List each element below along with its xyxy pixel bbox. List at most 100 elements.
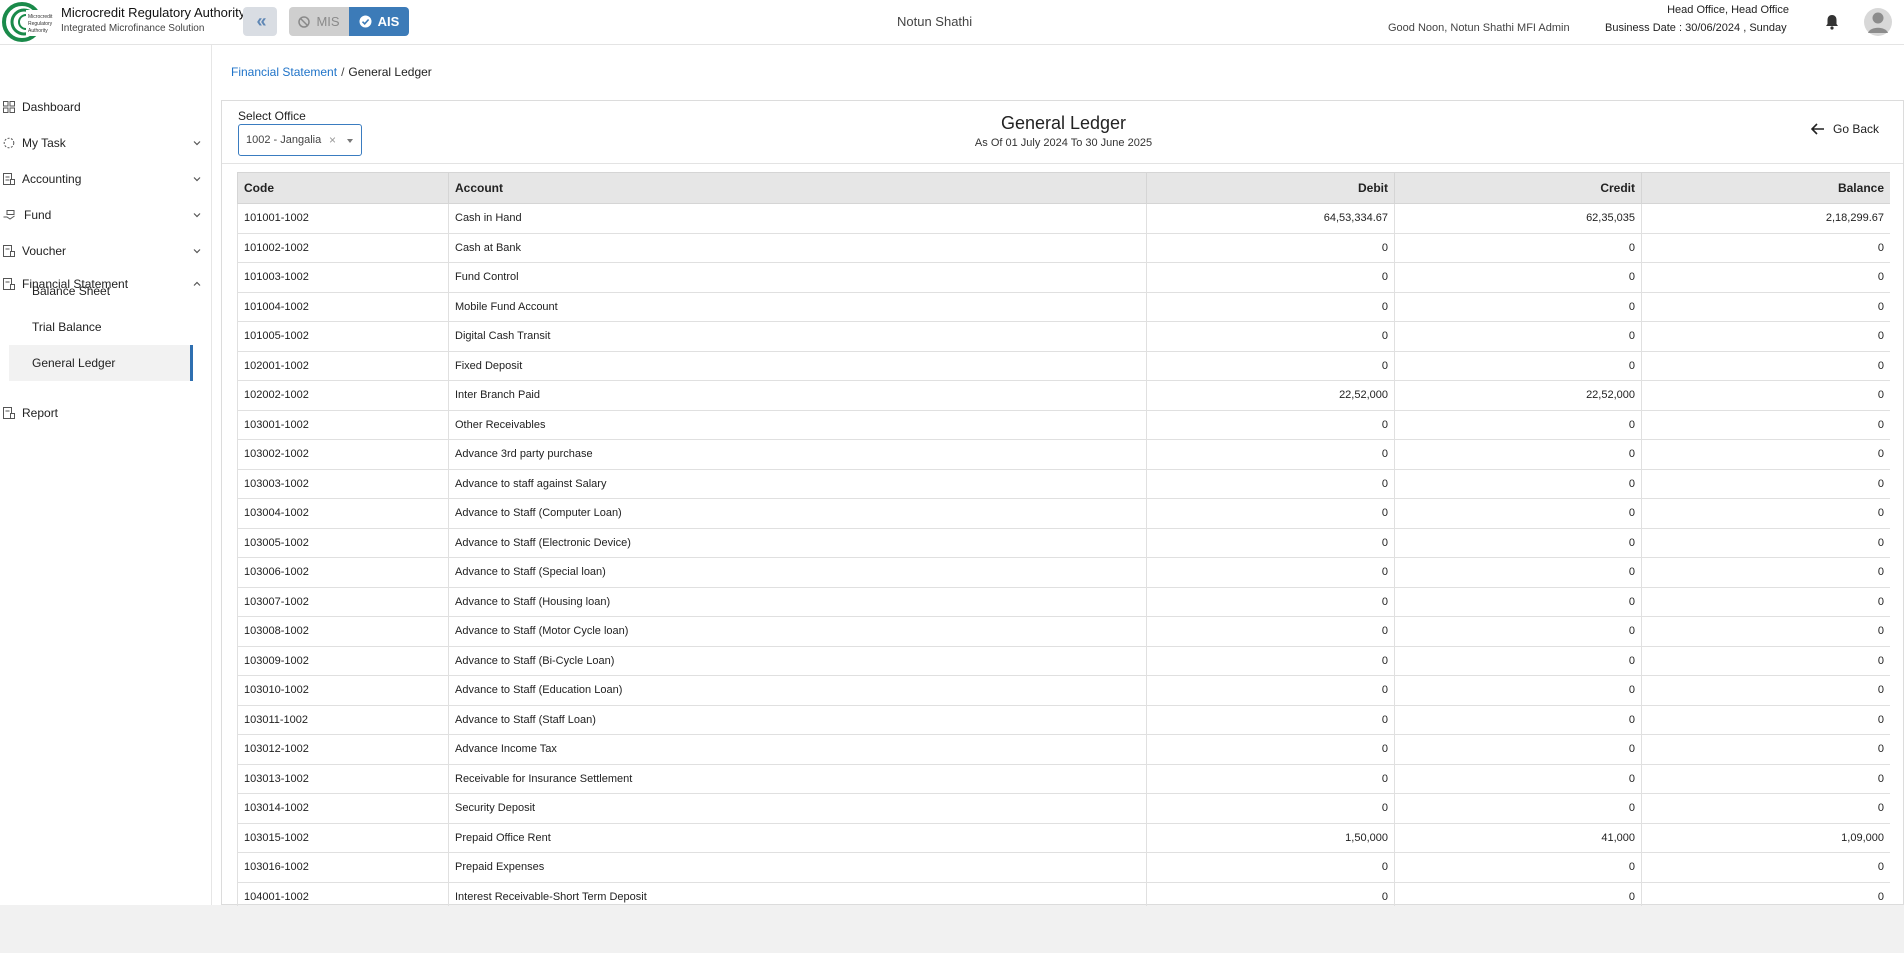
sidebar-item-my-task[interactable]: My Task — [0, 127, 212, 159]
chevron-down-icon — [193, 177, 201, 182]
table-row[interactable]: 101004-1002 Mobile Fund Account 0 0 0 — [237, 291, 1890, 322]
cell-credit: 0 — [1394, 557, 1642, 588]
cell-account: Advance to Staff (Motor Cycle loan) — [448, 616, 1147, 647]
cell-credit: 0 — [1394, 291, 1642, 322]
sidebar-item-voucher[interactable]: Voucher — [0, 235, 212, 267]
general-ledger-panel: Select Office 1002 - Jangalia × General … — [221, 100, 1904, 906]
sidebar-item-label: Voucher — [22, 244, 67, 258]
cell-debit: 64,53,334.67 — [1146, 203, 1395, 234]
table-row[interactable]: 103002-1002 Advance 3rd party purchase 0 0 0 — [237, 439, 1890, 470]
svg-text:Authority: Authority — [28, 28, 48, 34]
table-row[interactable]: 101002-1002 Cash at Bank 0 0 0 — [237, 232, 1890, 263]
table-row[interactable]: 101005-1002 Digital Cash Transit 0 0 0 — [237, 321, 1890, 352]
table-row[interactable]: 101001-1002 Cash in Hand 64,53,334.67 62,35… — [237, 203, 1890, 234]
cell-balance: 0 — [1641, 852, 1890, 883]
table-row[interactable]: 103009-1002 Advance to Staff (Bi-Cycle Lo… — [237, 645, 1890, 676]
user-avatar-icon[interactable] — [1864, 8, 1892, 36]
column-header-code[interactable]: Code — [237, 172, 449, 204]
table-row[interactable]: 103015-1002 Prepaid Office Rent 1,50,000 41… — [237, 822, 1890, 853]
cell-debit: 1,50,000 — [1146, 822, 1395, 853]
sidebar-item-report[interactable]: Report — [0, 397, 212, 429]
column-header-debit[interactable]: Debit — [1146, 172, 1395, 204]
sidebar-item-fund[interactable]: Fund — [0, 199, 212, 231]
table-row[interactable]: 102002-1002 Inter Branch Paid 22,52,000 22,… — [237, 380, 1890, 411]
cell-debit: 22,52,000 — [1146, 380, 1395, 411]
table-row[interactable]: 103004-1002 Advance to Staff (Computer Lo… — [237, 498, 1890, 529]
notification-bell-icon[interactable] — [1823, 13, 1841, 31]
voucher-icon — [3, 245, 15, 257]
ledger-table-container[interactable]: Code Account Debit Credit Balance 101001… — [237, 172, 1890, 906]
cell-credit: 0 — [1394, 321, 1642, 352]
sidebar-subitem-general-ledger[interactable]: General Ledger — [9, 345, 193, 381]
table-row[interactable]: 103007-1002 Advance to Staff (Housing loa… — [237, 586, 1890, 617]
cell-debit: 0 — [1146, 734, 1395, 765]
cell-balance: 0 — [1641, 881, 1890, 906]
mis-toggle-button[interactable]: MIS — [289, 7, 349, 36]
cell-code: 103008-1002 — [237, 616, 449, 647]
column-header-account[interactable]: Account — [448, 172, 1147, 204]
table-row[interactable]: 103010-1002 Advance to Staff (Education L… — [237, 675, 1890, 706]
table-row[interactable]: 103001-1002 Other Receivables 0 0 0 — [237, 409, 1890, 440]
cell-credit: 0 — [1394, 704, 1642, 735]
cell-account: Advance to Staff (Housing loan) — [448, 586, 1147, 617]
cell-balance: 0 — [1641, 763, 1890, 794]
cell-credit: 41,000 — [1394, 822, 1642, 853]
cell-credit: 0 — [1394, 616, 1642, 647]
cell-code: 103003-1002 — [237, 468, 449, 499]
date-range: As Of 01 July 2024 To 30 June 2025 — [974, 137, 1153, 149]
ais-toggle-button[interactable]: AIS — [349, 7, 409, 36]
sidebar-subitem-trial-balance[interactable]: Trial Balance — [9, 309, 193, 345]
table-row[interactable]: 103003-1002 Advance to staff against Sala… — [237, 468, 1890, 499]
cell-account: Receivable for Insurance Settlement — [448, 763, 1147, 794]
table-row[interactable]: 103005-1002 Advance to Staff (Electronic … — [237, 527, 1890, 558]
column-header-credit[interactable]: Credit — [1394, 172, 1642, 204]
brand: Microcredit Regulatory Authority Integra… — [61, 4, 245, 36]
cell-balance: 0 — [1641, 468, 1890, 499]
mra-logo[interactable]: Microcredit Regulatory Authority — [2, 2, 54, 42]
mis-label: MIS — [316, 14, 340, 29]
cell-credit: 0 — [1394, 527, 1642, 558]
cell-balance: 0 — [1641, 557, 1890, 588]
cell-account: Prepaid Expenses — [448, 852, 1147, 883]
go-back-button[interactable]: Go Back — [1811, 122, 1879, 136]
cell-credit: 0 — [1394, 645, 1642, 676]
table-row[interactable]: 103006-1002 Advance to Staff (Special loa… — [237, 557, 1890, 588]
cell-account: Fixed Deposit — [448, 350, 1147, 381]
cell-code: 101003-1002 — [237, 262, 449, 293]
cell-code: 101001-1002 — [237, 203, 449, 234]
cell-code: 102001-1002 — [237, 350, 449, 381]
cell-balance: 0 — [1641, 616, 1890, 647]
table-row[interactable]: 103008-1002 Advance to Staff (Motor Cycle… — [237, 616, 1890, 647]
table-row[interactable]: 101003-1002 Fund Control 0 0 0 — [237, 262, 1890, 293]
breadcrumb-link-financial-statement[interactable]: Financial Statement — [231, 65, 337, 79]
cell-account: Advance to Staff (Special loan) — [448, 557, 1147, 588]
cell-account: Other Receivables — [448, 409, 1147, 440]
collapse-sidebar-button[interactable]: « — [243, 7, 277, 36]
cell-credit: 0 — [1394, 793, 1642, 824]
table-row[interactable]: 103013-1002 Receivable for Insurance Sett… — [237, 763, 1890, 794]
cell-account: Advance to Staff (Staff Loan) — [448, 704, 1147, 735]
table-row[interactable]: 102001-1002 Fixed Deposit 0 0 0 — [237, 350, 1890, 381]
business-date: Business Date : 30/06/2024 , Sunday — [1605, 22, 1787, 34]
ais-label: AIS — [377, 14, 400, 29]
cell-credit: 0 — [1394, 468, 1642, 499]
column-header-balance[interactable]: Balance — [1641, 172, 1890, 204]
sidebar-subitem-balance-sheet[interactable]: Balance Sheet — [9, 273, 193, 309]
table-row[interactable]: 103011-1002 Advance to Staff (Staff Loan)… — [237, 704, 1890, 735]
sidebar-item-dashboard[interactable]: Dashboard — [0, 91, 212, 123]
brand-subtitle: Integrated Microfinance Solution — [61, 23, 205, 34]
table-row[interactable]: 103014-1002 Security Deposit 0 0 0 — [237, 793, 1890, 824]
sidebar-item-accounting[interactable]: Accounting — [0, 163, 212, 195]
cell-balance: 0 — [1641, 350, 1890, 381]
cell-credit: 0 — [1394, 409, 1642, 440]
table-row[interactable]: 103012-1002 Advance Income Tax 0 0 0 — [237, 734, 1890, 765]
cell-account: Security Deposit — [448, 793, 1147, 824]
cell-credit: 0 — [1394, 439, 1642, 470]
table-row[interactable]: 104001-1002 Interest Receivable-Short Ter… — [237, 881, 1890, 906]
cell-balance: 0 — [1641, 380, 1890, 411]
table-row[interactable]: 103016-1002 Prepaid Expenses 0 0 0 — [237, 852, 1890, 883]
cell-credit: 0 — [1394, 262, 1642, 293]
cell-balance: 0 — [1641, 734, 1890, 765]
top-header: Microcredit Regulatory Authority Microcr… — [0, 0, 1904, 45]
sidebar-subitem-label: Trial Balance — [32, 320, 102, 334]
